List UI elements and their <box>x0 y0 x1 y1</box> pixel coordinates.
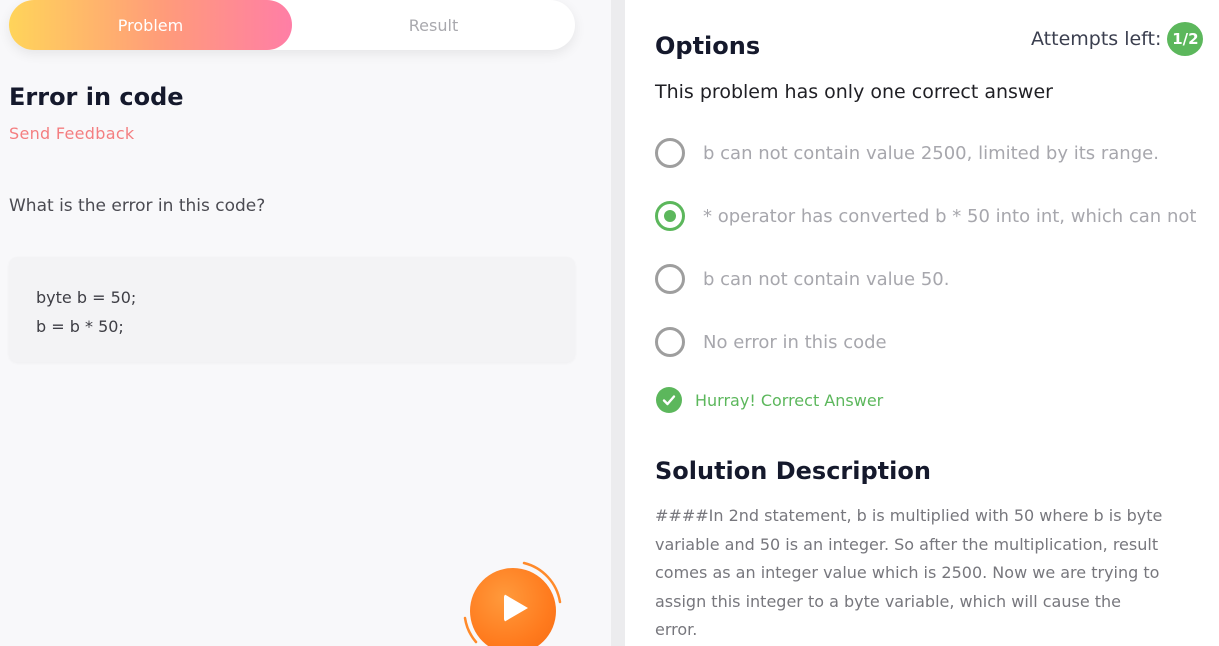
option-item[interactable]: b can not contain value 2500, limited by… <box>655 137 1219 169</box>
option-item[interactable]: No error in this code <box>655 326 1219 358</box>
options-title: Options <box>655 32 761 60</box>
tab-bar: Problem Result <box>9 0 575 50</box>
tab-problem[interactable]: Problem <box>9 0 292 50</box>
send-feedback-link[interactable]: Send Feedback <box>9 124 134 143</box>
options-panel: Options Attempts left: 1/2 This problem … <box>625 0 1219 646</box>
check-circle-icon <box>656 387 682 413</box>
tab-result[interactable]: Result <box>292 0 575 50</box>
panel-divider <box>611 0 625 646</box>
question-text: What is the error in this code? <box>9 196 266 216</box>
attempts-label: Attempts left: <box>1031 28 1162 50</box>
problem-panel: Problem Result Error in code Send Feedba… <box>0 0 611 646</box>
problem-title: Error in code <box>9 83 184 111</box>
solution-title: Solution Description <box>655 457 931 485</box>
solution-text: ####In 2nd statement, b is multiplied wi… <box>655 506 1163 640</box>
attempts-badge: 1/2 <box>1167 22 1204 56</box>
radio-button[interactable] <box>655 327 685 357</box>
code-line: b = b * 50; <box>36 317 124 336</box>
feedback-text: Hurray! Correct Answer <box>695 390 884 410</box>
radio-button-selected[interactable] <box>655 201 685 231</box>
option-item[interactable]: * operator has converted b * 50 into int… <box>655 200 1219 232</box>
radio-button[interactable] <box>655 264 685 294</box>
option-label: * operator has converted b * 50 into int… <box>703 205 1197 227</box>
play-button[interactable] <box>470 568 556 646</box>
code-block: byte b = 50; b = b * 50; <box>9 257 575 362</box>
option-label: b can not contain value 2500, limited by… <box>703 142 1159 164</box>
option-label: No error in this code <box>703 331 887 353</box>
code-line: byte b = 50; <box>36 288 137 307</box>
attempts-indicator: Attempts left: 1/2 <box>1031 22 1204 56</box>
option-item[interactable]: b can not contain value 50. <box>655 263 1219 295</box>
app-root: Problem Result Error in code Send Feedba… <box>0 0 1219 646</box>
play-icon <box>504 594 528 622</box>
answer-feedback: Hurray! Correct Answer <box>656 387 883 413</box>
option-label: b can not contain value 50. <box>703 268 950 290</box>
instruction-text: This problem has only one correct answer <box>655 81 1053 103</box>
radio-button[interactable] <box>655 138 685 168</box>
play-button-wrap <box>462 560 562 646</box>
